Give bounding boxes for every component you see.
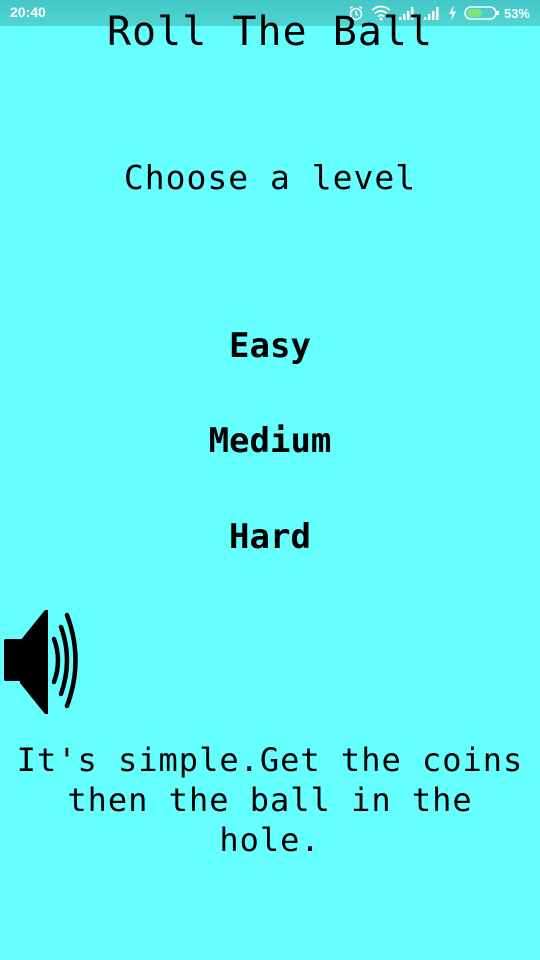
hard-level-button[interactable]: Hard [170, 512, 370, 562]
instructions-text: It's simple.Get the coins then the ball … [16, 741, 524, 859]
level-prompt: Choose a level [123, 158, 417, 197]
game-title: Roll The Ball [106, 9, 434, 55]
speaker-icon [3, 606, 83, 718]
medium-level-button[interactable]: Medium [170, 416, 370, 466]
easy-level-button[interactable]: Easy [170, 321, 370, 371]
sound-toggle-button[interactable] [3, 606, 83, 718]
